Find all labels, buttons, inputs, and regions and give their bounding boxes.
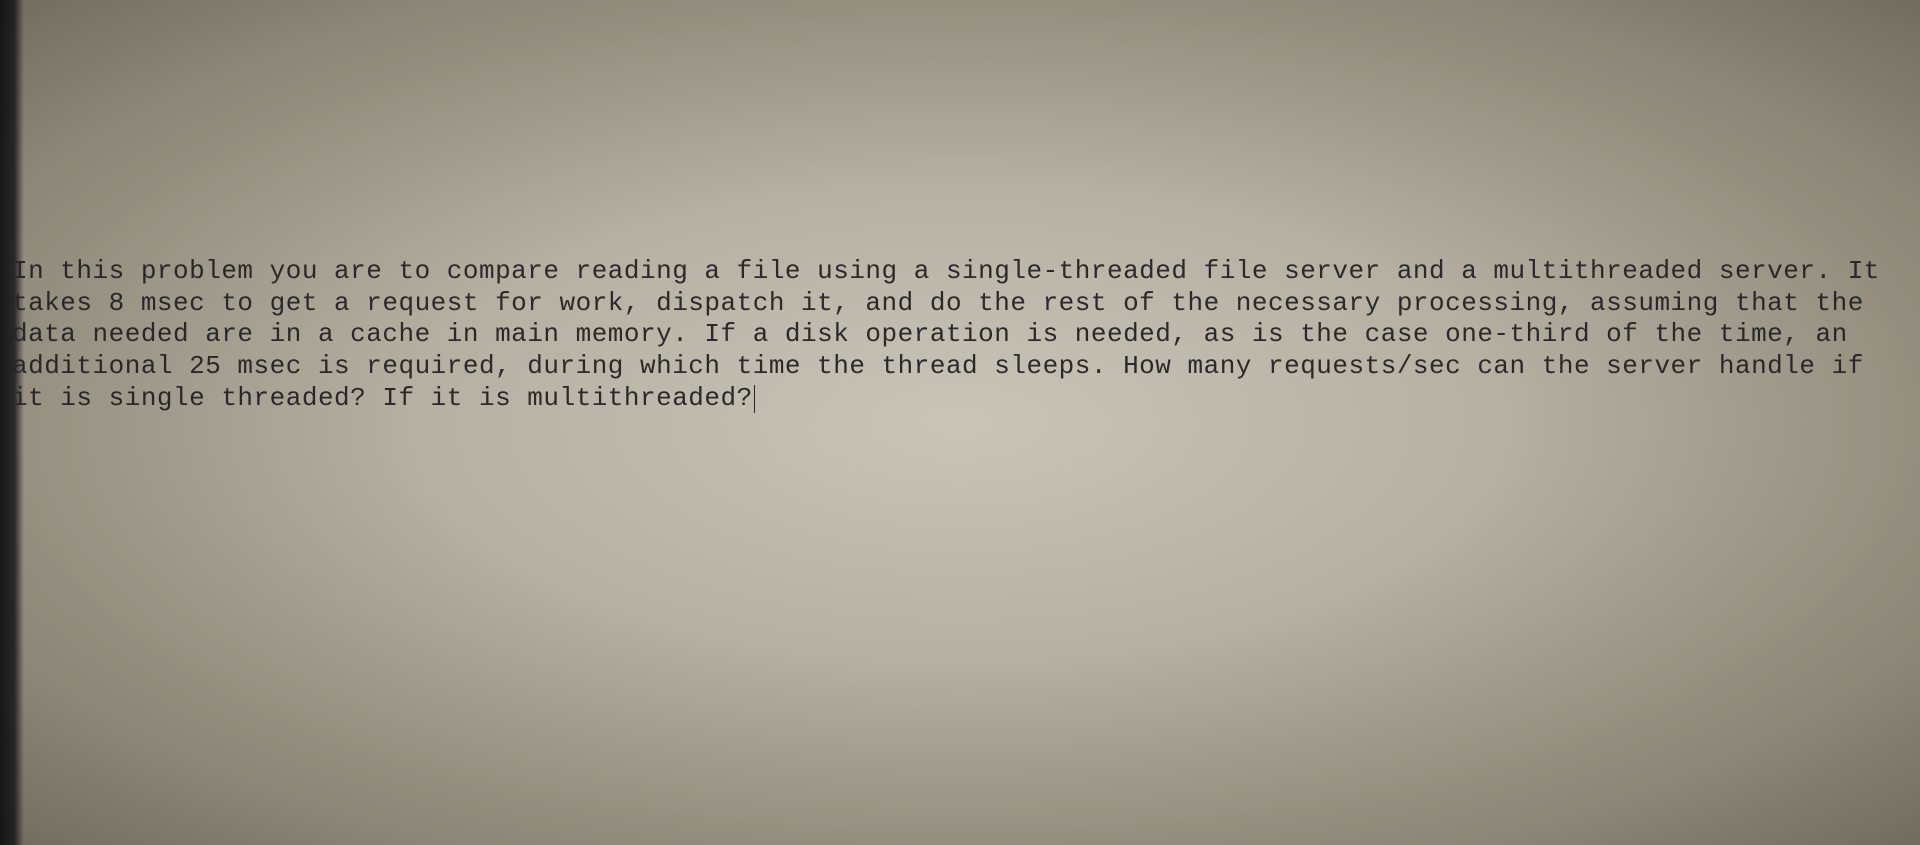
screen-bezel-left	[0, 0, 24, 845]
screen-vignette	[0, 0, 1920, 845]
problem-text: In this problem you are to compare readi…	[12, 256, 1900, 415]
text-cursor	[754, 385, 755, 413]
problem-content: In this problem you are to compare readi…	[12, 256, 1880, 413]
